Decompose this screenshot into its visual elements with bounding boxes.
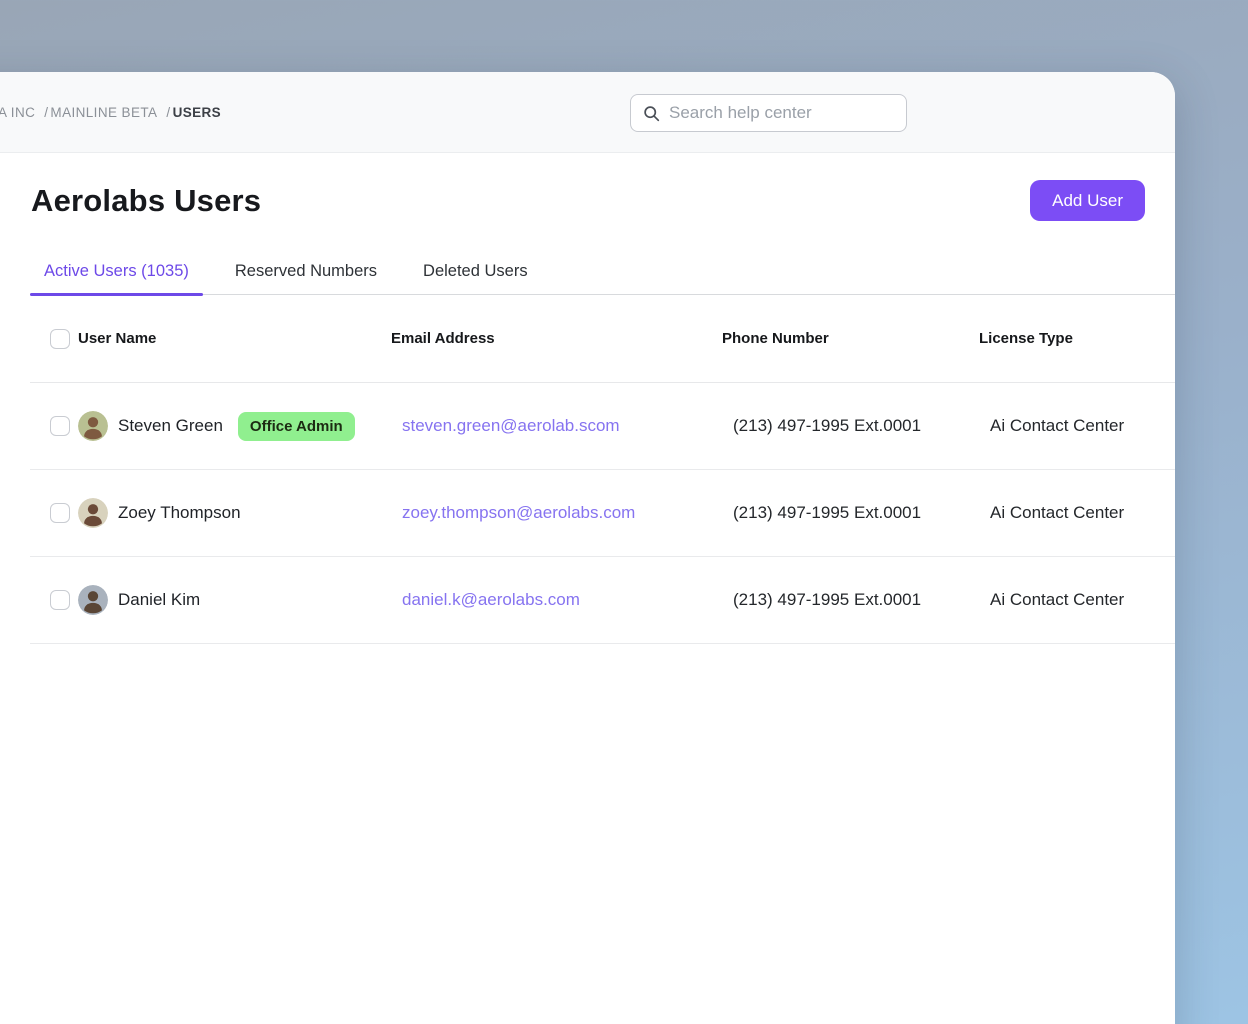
users-panel: A INC / MAINLINE BETA / USERS Aerolabs U… <box>0 72 1175 1024</box>
column-header-license: License Type <box>979 330 1175 347</box>
breadcrumb-separator: / <box>166 105 170 120</box>
user-name: Daniel Kim <box>118 590 200 610</box>
table-row: Daniel Kim daniel.k@aerolabs.com (213) 4… <box>30 557 1175 644</box>
phone-value: (213) 497-1995 Ext.0001 <box>722 590 979 610</box>
email-link[interactable]: zoey.thompson@aerolabs.com <box>402 503 635 522</box>
user-name: Steven Green <box>118 416 223 436</box>
table-body: Steven Green Office Admin steven.green@a… <box>30 383 1175 644</box>
avatar <box>78 585 108 615</box>
row-checkbox[interactable] <box>50 503 70 523</box>
column-header-phone: Phone Number <box>722 330 979 347</box>
tab-active-users[interactable]: Active Users (1035) <box>30 253 203 294</box>
page-title: Aerolabs Users <box>31 183 261 219</box>
tab-bar: Active Users (1035) Reserved Numbers Del… <box>30 253 1175 295</box>
breadcrumb-separator: / <box>44 105 48 120</box>
breadcrumb-item-company[interactable]: A INC <box>0 105 35 120</box>
table-header: User Name Email Address Phone Number Lic… <box>30 295 1175 383</box>
select-all-checkbox[interactable] <box>50 329 70 349</box>
table-row: Zoey Thompson zoey.thompson@aerolabs.com… <box>30 470 1175 557</box>
license-value: Ai Contact Center <box>979 503 1175 523</box>
phone-value: (213) 497-1995 Ext.0001 <box>722 416 979 436</box>
phone-value: (213) 497-1995 Ext.0001 <box>722 503 979 523</box>
avatar <box>78 498 108 528</box>
role-badge: Office Admin <box>238 412 355 441</box>
user-name: Zoey Thompson <box>118 503 241 523</box>
add-user-button[interactable]: Add User <box>1030 180 1145 221</box>
breadcrumb-item-users: USERS <box>173 105 222 120</box>
column-header-email: Email Address <box>391 330 722 347</box>
tab-deleted-users[interactable]: Deleted Users <box>409 253 542 294</box>
help-search[interactable] <box>630 94 907 132</box>
table-row: Steven Green Office Admin steven.green@a… <box>30 383 1175 470</box>
email-link[interactable]: daniel.k@aerolabs.com <box>402 590 580 609</box>
breadcrumb: A INC / MAINLINE BETA / USERS <box>0 105 221 120</box>
row-checkbox[interactable] <box>50 590 70 610</box>
tab-reserved-numbers[interactable]: Reserved Numbers <box>221 253 391 294</box>
license-value: Ai Contact Center <box>979 416 1175 436</box>
search-icon <box>643 105 660 122</box>
avatar <box>78 411 108 441</box>
top-bar: A INC / MAINLINE BETA / USERS <box>0 72 1175 153</box>
column-header-user-name: User Name <box>78 330 391 347</box>
email-link[interactable]: steven.green@aerolab.scom <box>402 416 620 435</box>
search-input[interactable] <box>669 103 894 123</box>
license-value: Ai Contact Center <box>979 590 1175 610</box>
breadcrumb-item-mainline-beta[interactable]: MAINLINE BETA <box>50 105 157 120</box>
row-checkbox[interactable] <box>50 416 70 436</box>
